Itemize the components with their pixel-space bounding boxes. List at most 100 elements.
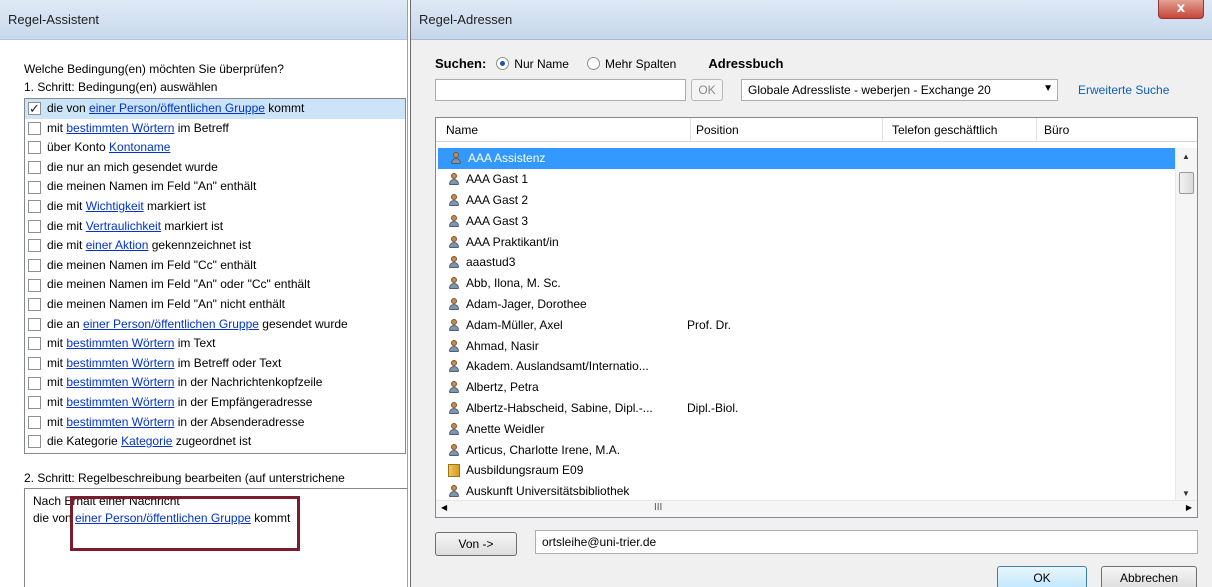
condition-item[interactable]: die mit einer Aktion gekennzeichnet ist [25, 236, 405, 256]
checkbox-icon[interactable] [28, 415, 41, 429]
address-row[interactable]: Abb, Ilona, M. Sc. [436, 273, 1176, 294]
column-divider[interactable] [882, 118, 883, 141]
condition-item[interactable]: mit bestimmten Wörtern im Betreff oder T… [25, 354, 405, 374]
checkbox-icon[interactable] [28, 337, 41, 351]
condition-item[interactable]: die meinen Namen im Feld "Cc" enthält [25, 256, 405, 276]
column-divider[interactable] [690, 118, 691, 141]
checkbox-icon[interactable] [28, 219, 41, 233]
condition-item[interactable]: die von einer Person/öffentlichen Gruppe… [25, 99, 405, 120]
checkbox-icon[interactable] [28, 278, 41, 292]
from-field[interactable]: ortsleihe@uni-trier.de [535, 530, 1198, 554]
from-button[interactable]: Von -> [435, 532, 517, 556]
checkbox-icon[interactable] [28, 298, 41, 312]
search-ok-button[interactable]: OK [691, 79, 723, 101]
address-row[interactable]: AAA Gast 3 [436, 210, 1176, 231]
close-button[interactable]: x [1158, 0, 1204, 19]
addressbook-dropdown[interactable]: Globale Adressliste - weberjen - Exchang… [741, 79, 1058, 101]
checkbox-icon[interactable] [28, 180, 41, 194]
address-row[interactable]: Auskunft Universitätsbibliothek [436, 481, 1176, 502]
scroll-grip[interactable]: III [654, 502, 662, 513]
address-row[interactable]: Albertz-Habscheid, Sabine, Dipl.-... Dipl… [436, 398, 1176, 419]
checkbox-icon[interactable] [28, 317, 41, 331]
condition-item[interactable]: die mit Wichtigkeit markiert ist [25, 197, 405, 217]
ok-button[interactable]: OK [997, 566, 1087, 587]
condition-link[interactable]: einer Aktion [86, 236, 149, 256]
condition-link[interactable]: bestimmten Wörtern [66, 373, 174, 393]
condition-item[interactable]: die an einer Person/öffentlichen Gruppe … [25, 315, 405, 335]
condition-text: mit [47, 414, 67, 429]
checkbox-icon[interactable] [28, 357, 41, 371]
address-row[interactable]: AAA Gast 1 [436, 169, 1176, 190]
radio-more-columns[interactable]: Mehr Spalten [586, 57, 676, 71]
condition-item[interactable]: die Kategorie Kategorie zugeordnet ist [25, 432, 405, 452]
condition-item[interactable]: die meinen Namen im Feld "An" nicht enth… [25, 295, 405, 315]
condition-text: die von [47, 101, 90, 115]
checkbox-icon[interactable] [28, 435, 41, 449]
address-row[interactable]: Albertz, Petra [436, 377, 1176, 398]
condition-link[interactable]: Kontoname [109, 138, 170, 158]
condition-item[interactable]: die meinen Namen im Feld "An" enthält [25, 177, 405, 197]
address-row[interactable]: AAA Gast 2 [436, 190, 1176, 211]
scroll-down-icon[interactable]: ▼ [1182, 489, 1190, 498]
scroll-thumb[interactable] [1179, 172, 1194, 194]
radio-name-only-label: Nur Name [514, 56, 569, 71]
condition-link[interactable]: einer Person/öffentlichen Gruppe [83, 315, 259, 335]
checkbox-icon[interactable] [28, 161, 41, 175]
condition-item[interactable]: mit bestimmten Wörtern in der Absenderad… [25, 413, 405, 433]
address-row[interactable]: Ahmad, Nasir [436, 335, 1176, 356]
checkbox-icon[interactable] [28, 141, 41, 155]
advanced-search-link[interactable]: Erweiterte Suche [1078, 83, 1169, 97]
condition-link[interactable]: Kategorie [121, 432, 172, 452]
condition-item[interactable]: die nur an mich gesendet wurde [25, 158, 405, 178]
address-row[interactable]: AAA Praktikant/in [436, 231, 1176, 252]
condition-link[interactable]: bestimmten Wörtern [66, 334, 174, 354]
horizontal-scrollbar[interactable]: ◀ III ▶ [436, 500, 1197, 517]
search-input[interactable] [435, 79, 686, 101]
checkbox-checked-icon[interactable] [28, 100, 41, 120]
radio-name-only[interactable]: Nur Name [496, 57, 569, 71]
condition-item[interactable]: die mit Vertraulichkeit markiert ist [25, 217, 405, 237]
condition-link[interactable]: bestimmten Wörtern [66, 119, 174, 139]
condition-item[interactable]: mit bestimmten Wörtern in der Empfängera… [25, 393, 405, 413]
column-header-phone[interactable]: Telefon geschäftlich [892, 123, 997, 137]
scroll-right-icon[interactable]: ▶ [1186, 503, 1192, 512]
vertical-scrollbar[interactable]: ▲ ▼ [1175, 148, 1197, 502]
column-divider[interactable] [1036, 118, 1037, 141]
condition-link[interactable]: Wichtigkeit [86, 197, 144, 217]
condition-link[interactable]: bestimmten Wörtern [66, 393, 174, 413]
checkbox-icon[interactable] [28, 121, 41, 135]
condition-text-suffix: in der Empfängeradresse [174, 394, 313, 409]
radio-selected-icon[interactable] [496, 57, 510, 70]
address-row[interactable]: Articus, Charlotte Irene, M.A. [436, 439, 1176, 460]
condition-item[interactable]: mit bestimmten Wörtern im Text [25, 334, 405, 354]
condition-item[interactable]: mit bestimmten Wörtern im Betreff [25, 119, 405, 139]
checkbox-icon[interactable] [28, 259, 41, 273]
address-row[interactable]: Anette Weidler [436, 418, 1176, 439]
scroll-up-icon[interactable]: ▲ [1182, 152, 1190, 161]
condition-link[interactable]: bestimmten Wörtern [66, 413, 174, 433]
condition-item[interactable]: die meinen Namen im Feld "An" oder "Cc" … [25, 275, 405, 295]
condition-link[interactable]: einer Person/öffentlichen Gruppe [89, 99, 265, 119]
checkbox-icon[interactable] [28, 396, 41, 410]
address-row[interactable]: Akadem. Auslandsamt/Internatio... [436, 356, 1176, 377]
scroll-left-icon[interactable]: ◀ [441, 503, 447, 512]
column-header-position[interactable]: Position [696, 123, 739, 137]
condition-text: mit [47, 375, 67, 390]
column-header-name[interactable]: Name [446, 123, 478, 137]
condition-link[interactable]: bestimmten Wörtern [66, 354, 174, 374]
column-header-office[interactable]: Büro [1044, 123, 1069, 137]
address-row[interactable]: Adam-Müller, Axel Prof. Dr. [436, 314, 1176, 335]
address-row[interactable]: Adam-Jager, Dorothee [436, 294, 1176, 315]
dropdown-arrow-icon[interactable]: ▼ [1043, 83, 1053, 94]
condition-item[interactable]: über Konto Kontoname [25, 138, 405, 158]
radio-unselected-icon[interactable] [586, 57, 600, 70]
address-row[interactable]: Ausbildungsraum E09 [436, 460, 1176, 481]
condition-link[interactable]: Vertraulichkeit [86, 217, 161, 237]
cancel-button[interactable]: Abbrechen [1101, 566, 1197, 587]
checkbox-icon[interactable] [28, 239, 41, 253]
checkbox-icon[interactable] [28, 376, 41, 390]
condition-item[interactable]: mit bestimmten Wörtern in der Nachrichte… [25, 373, 405, 393]
address-row[interactable]: AAA Assistenz [438, 148, 1176, 169]
address-row[interactable]: aaastud3 [436, 252, 1176, 273]
checkbox-icon[interactable] [28, 200, 41, 214]
